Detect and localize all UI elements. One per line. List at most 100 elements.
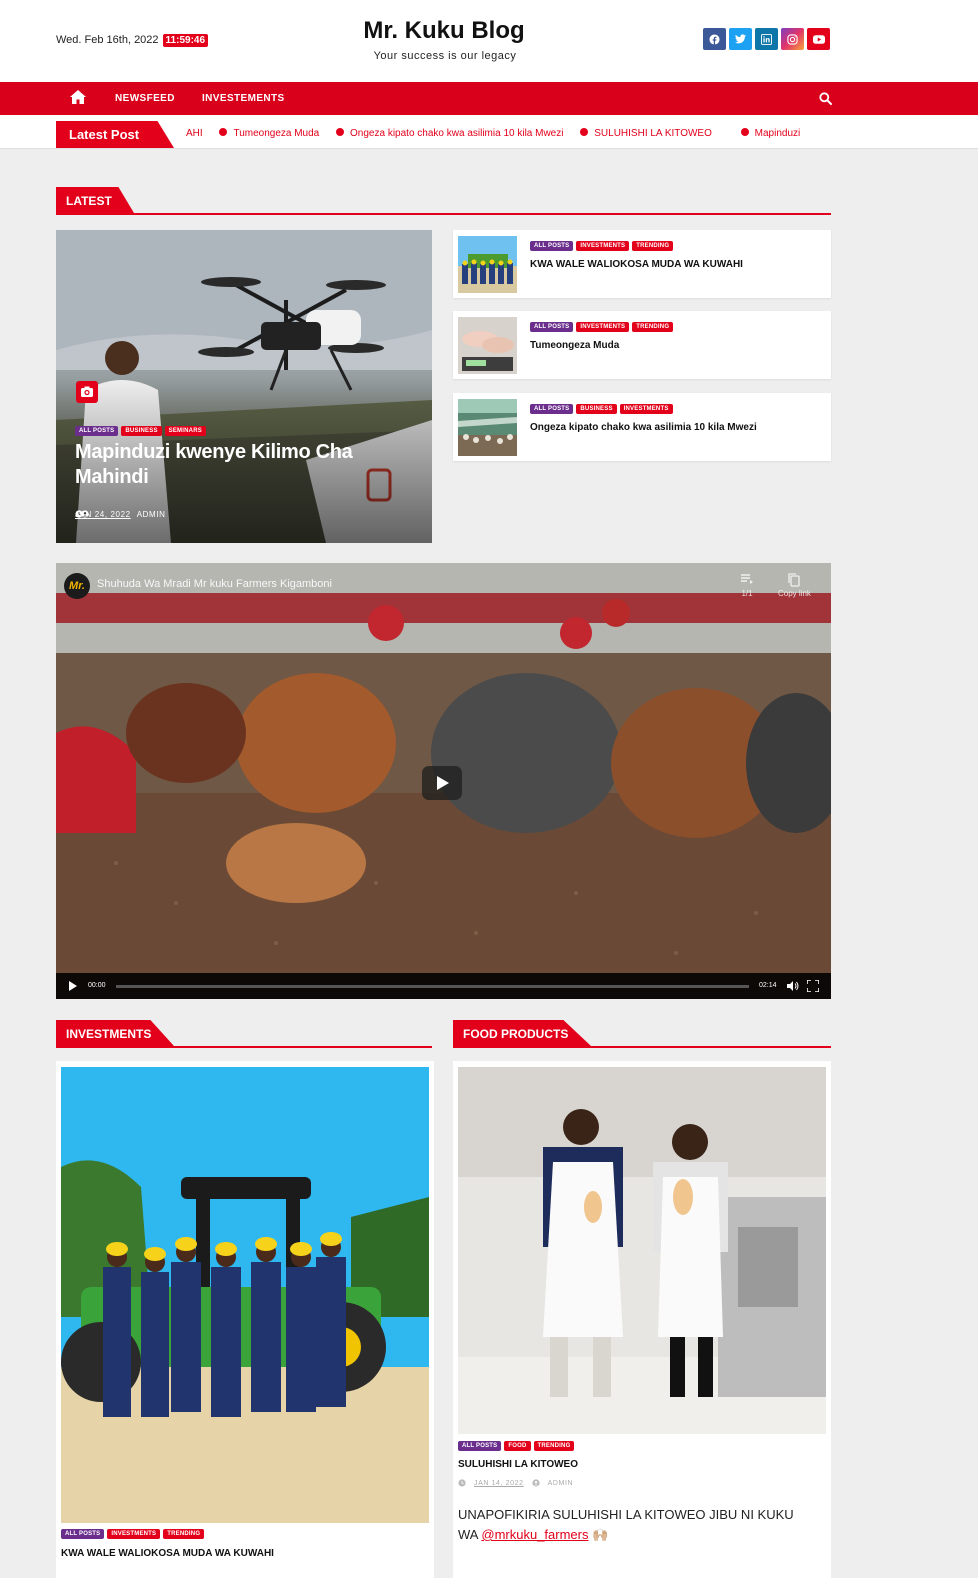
volume-icon[interactable] xyxy=(787,981,799,991)
category-tag[interactable]: TRENDING xyxy=(163,1529,205,1539)
linkedin-icon[interactable] xyxy=(755,28,778,50)
playlist-control[interactable]: 1/1 xyxy=(740,573,754,598)
investments-heading: INVESTMENTS xyxy=(56,1020,174,1046)
category-tag[interactable]: ALL POSTS xyxy=(530,322,574,332)
ticker-item[interactable]: Tumeongeza Muda xyxy=(233,128,319,139)
latest-heading: LATEST xyxy=(56,187,134,213)
user-icon xyxy=(532,1479,540,1487)
clock-icon xyxy=(458,1479,466,1487)
arrow-circle-icon xyxy=(336,128,345,136)
ticker-item[interactable]: Mapinduzi xyxy=(755,128,801,139)
side-post[interactable]: ALL POSTS BUSINESS INVESTMENTS Ongeza ki… xyxy=(453,393,831,461)
channel-avatar[interactable]: Mr. xyxy=(64,573,90,599)
side-post[interactable]: ALL POSTS INVESTMENTS TRENDING KWA WALE … xyxy=(453,230,831,298)
top-header: Wed. Feb 16th, 2022 11:59:46 Mr. Kuku Blo… xyxy=(0,0,978,82)
food-post-meta: JAN 14, 2022 ADMIN xyxy=(458,1479,573,1487)
main-navbar: NEWSFEED INVESTEMENTS xyxy=(0,82,978,115)
hero-categories: ALL POSTS BUSINESS SEMINARS xyxy=(75,426,206,436)
nav-item-investements[interactable]: INVESTEMENTS xyxy=(202,93,285,104)
category-tag[interactable]: ALL POSTS xyxy=(61,1529,105,1539)
category-tag[interactable]: INVESTMENTS xyxy=(619,404,673,414)
play-button[interactable] xyxy=(422,766,462,800)
fullscreen-icon[interactable] xyxy=(807,980,819,992)
arrow-circle-icon xyxy=(740,128,749,136)
social-links xyxy=(703,28,830,50)
category-tag[interactable]: ALL POSTS xyxy=(530,404,574,414)
side-post-categories: ALL POSTS INVESTMENTS TRENDING xyxy=(530,241,674,251)
site-title-text[interactable]: Mr. Kuku Blog xyxy=(363,17,524,45)
category-tag[interactable]: BUSINESS xyxy=(121,426,162,436)
ticker-label: Latest Post xyxy=(56,121,174,148)
arrow-circle-icon xyxy=(580,128,589,136)
food-post-excerpt: UNAPOFIKIRIA SULUHISHI LA KITOWEO JIBU N… xyxy=(458,1505,813,1545)
latest-section-header: LATEST xyxy=(56,187,831,215)
food-post-image[interactable] xyxy=(458,1067,826,1434)
post-author[interactable]: ADMIN xyxy=(548,1480,574,1487)
copy-link-label: Copy link xyxy=(778,589,811,598)
investments-post[interactable]: ALL POSTS INVESTMENTS TRENDING KWA WALE … xyxy=(56,1061,434,1578)
video-title[interactable]: Shuhuda Wa Mradi Mr kuku Farmers Kigambo… xyxy=(97,578,332,590)
play-icon[interactable] xyxy=(69,981,77,991)
side-post-categories: ALL POSTS INVESTMENTS TRENDING xyxy=(530,322,674,332)
food-section-header: FOOD PRODUCTS xyxy=(453,1020,831,1048)
food-post-title[interactable]: SULUHISHI LA KITOWEO xyxy=(458,1459,578,1470)
twitter-icon[interactable] xyxy=(729,28,752,50)
category-tag[interactable]: SEMINARS xyxy=(164,426,206,436)
investments-post-title[interactable]: KWA WALE WALIOKOSA MUDA WA KUWAHI xyxy=(61,1548,274,1559)
nav-item-newsfeed[interactable]: NEWSFEED xyxy=(115,93,175,104)
progress-bar[interactable] xyxy=(116,985,749,988)
category-tag[interactable]: BUSINESS xyxy=(576,404,617,414)
video-controls: 00:00 02:14 xyxy=(56,973,831,999)
category-tag[interactable]: INVESTMENTS xyxy=(576,322,630,332)
ticker-track: AHI Tumeongeza Muda Ongeza kipato chako … xyxy=(186,128,831,142)
investments-post-image[interactable] xyxy=(61,1067,429,1523)
category-tag[interactable]: TRENDING xyxy=(632,241,674,251)
category-tag[interactable]: TRENDING xyxy=(533,1441,575,1451)
search-icon[interactable] xyxy=(819,92,832,105)
ticker-item[interactable]: SULUHISHI LA KITOWEO xyxy=(594,128,712,139)
investments-categories: ALL POSTS INVESTMENTS TRENDING xyxy=(61,1529,205,1539)
category-tag[interactable]: FOOD xyxy=(504,1441,531,1451)
food-categories: ALL POSTS FOOD TRENDING xyxy=(458,1441,575,1451)
post-author[interactable]: ADMIN xyxy=(137,510,166,519)
arrow-circle-icon xyxy=(219,128,228,136)
current-time: 00:00 xyxy=(88,982,106,989)
youtube-icon[interactable] xyxy=(807,28,830,50)
play-icon xyxy=(437,776,449,790)
facebook-icon[interactable] xyxy=(703,28,726,50)
post-date[interactable]: JAN 14, 2022 xyxy=(474,1480,524,1487)
hero-meta: JAN 24, 2022 ADMIN xyxy=(75,510,165,519)
mention-link[interactable]: @mrkuku_farmers xyxy=(481,1527,588,1542)
duration: 02:14 xyxy=(759,982,777,989)
copy-link-control[interactable]: Copy link xyxy=(778,573,811,598)
side-post-thumbnail[interactable] xyxy=(458,399,517,456)
ticker-item[interactable]: AHI xyxy=(186,128,203,139)
category-tag[interactable]: TRENDING xyxy=(632,322,674,332)
hero-title[interactable]: Mapinduzi kwenye Kilimo Cha Mahindi xyxy=(75,440,415,490)
side-post-title[interactable]: Ongeza kipato chako kwa asilimia 10 kila… xyxy=(530,422,820,433)
side-post[interactable]: ALL POSTS INVESTMENTS TRENDING Tumeongez… xyxy=(453,311,831,379)
category-tag[interactable]: ALL POSTS xyxy=(75,426,119,436)
video-player[interactable]: Mr. Shuhuda Wa Mradi Mr kuku Farmers Kig… xyxy=(56,563,831,999)
latest-post-ticker: Latest Post AHI Tumeongeza Muda Ongeza k… xyxy=(0,115,978,149)
playlist-icon xyxy=(741,574,753,584)
copy-icon xyxy=(788,573,801,587)
hero-post[interactable]: ALL POSTS BUSINESS SEMINARS Mapinduzi kw… xyxy=(56,230,432,543)
playlist-count: 1/1 xyxy=(741,589,753,598)
side-post-title[interactable]: KWA WALE WALIOKOSA MUDA WA KUWAHI xyxy=(530,259,820,270)
category-tag[interactable]: ALL POSTS xyxy=(530,241,574,251)
home-icon[interactable] xyxy=(70,90,86,104)
category-tag[interactable]: INVESTMENTS xyxy=(107,1529,161,1539)
food-post[interactable]: ALL POSTS FOOD TRENDING SULUHISHI LA KIT… xyxy=(453,1061,831,1578)
side-post-categories: ALL POSTS BUSINESS INVESTMENTS xyxy=(530,404,673,414)
side-post-title[interactable]: Tumeongeza Muda xyxy=(530,340,820,351)
category-tag[interactable]: ALL POSTS xyxy=(458,1441,502,1451)
ticker-item[interactable]: Ongeza kipato chako kwa asilimia 10 kila… xyxy=(350,128,563,139)
category-tag[interactable]: INVESTMENTS xyxy=(576,241,630,251)
side-post-thumbnail[interactable] xyxy=(458,236,517,293)
site-tagline: Your success is our legacy xyxy=(373,50,517,62)
investments-section-header: INVESTMENTS xyxy=(56,1020,432,1048)
side-post-thumbnail[interactable] xyxy=(458,317,517,374)
user-icon xyxy=(81,510,89,518)
instagram-icon[interactable] xyxy=(781,28,804,50)
